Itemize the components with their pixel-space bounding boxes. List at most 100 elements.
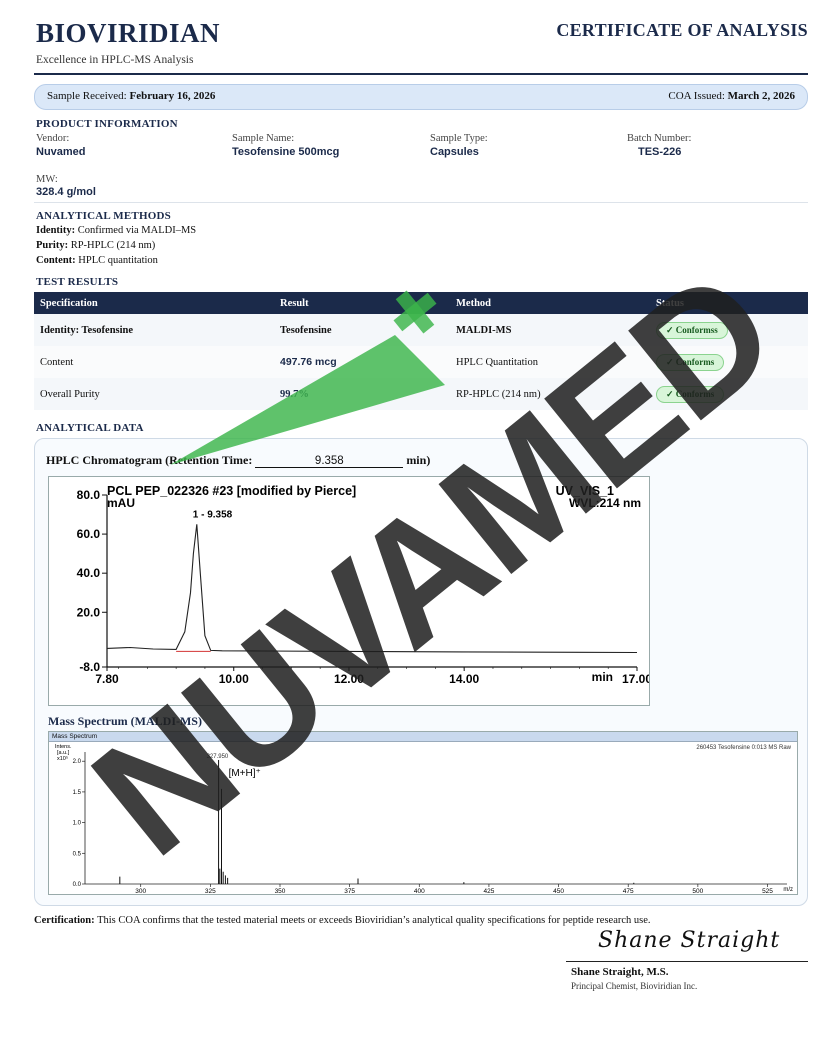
chromatogram-x-tick-label: 14.00: [449, 672, 479, 686]
chromatogram-x-tick-label: 7.80: [95, 672, 119, 686]
identity-method-label: Identity:: [36, 225, 76, 236]
ms-x-tick-label: 300: [135, 888, 146, 894]
dates-banner: Sample Received: February 16, 2026 COA I…: [34, 84, 808, 110]
section-divider: [34, 202, 808, 203]
mw-label: MW:: [36, 174, 58, 185]
chromatogram-y-tick-label: 60.0: [77, 527, 101, 541]
status-badge: ✓ Conformss: [656, 321, 728, 339]
ms-x-axis-label: m/z: [783, 887, 793, 893]
purity-method-label: Purity:: [36, 240, 69, 251]
document-title: CERTIFICATE OF ANALYSIS: [556, 20, 808, 40]
handwritten-signature: Shane Straight: [598, 928, 781, 953]
mass-spectrum-chart: Intens. [a.u.] x10⁵ 260453 Tesofensine 0…: [55, 744, 793, 895]
chromatogram-y-tick-label: 80.0: [77, 488, 101, 502]
identity-method: Identity: Confirmed via MALDI–MS: [36, 225, 196, 236]
ms-y-tick-label: 2.0: [73, 759, 82, 765]
sample-type-value: Capsules: [430, 146, 479, 158]
batch-label: Batch Number:: [627, 133, 692, 144]
chromatogram-peak-label: 1 - 9.358: [193, 509, 233, 520]
col-method: Method: [450, 292, 650, 314]
chromatogram-y-tick-label: 20.0: [77, 605, 101, 619]
signatory-name: Shane Straight, M.S.: [571, 966, 669, 978]
mass-spectrum-frame: Mass Spectrum Intens. [a.u.] x10⁵ 260453…: [48, 731, 798, 895]
chromatogram-y-tick-label: 40.0: [77, 566, 101, 580]
results-heading: TEST RESULTS: [36, 276, 119, 288]
chromatogram-header-wavelength: WVL:214 nm: [569, 496, 641, 510]
ms-header-right: 260453 Tesofensine 0:013 MS Raw: [696, 745, 791, 751]
brand-tagline: Excellence in HPLC-MS Analysis: [36, 54, 194, 66]
ms-x-tick-label: 350: [275, 888, 286, 894]
batch-value: TES-226: [638, 146, 682, 158]
hplc-title-suffix: min): [406, 453, 431, 467]
issued-date: COA Issued: March 2, 2026: [668, 90, 795, 102]
received-date: Sample Received: February 16, 2026: [47, 90, 215, 102]
method-cell: MALDI-MS: [450, 314, 650, 346]
purity-method: Purity: RP-HPLC (214 nm): [36, 240, 155, 251]
ms-y-label-line3: x10⁵: [57, 755, 68, 762]
chromatogram-frame: PCL PEP_022326 #23 [modified by Pierce] …: [48, 476, 653, 706]
content-method-value: HPLC quantitation: [78, 255, 158, 266]
hplc-title-prefix: HPLC Chromatogram (Retention Time:: [46, 453, 253, 467]
mw-value: 328.4 g/mol: [36, 186, 96, 198]
hplc-chromatogram: PCL PEP_022326 #23 [modified by Pierce] …: [77, 484, 653, 686]
received-label: Sample Received:: [47, 90, 127, 102]
content-method: Content: HPLC quantitation: [36, 255, 158, 266]
status-cell: ✓ Conforms: [650, 346, 808, 378]
ms-y-tick-label: 1.0: [73, 821, 82, 827]
ms-x-tick-label: 475: [623, 888, 634, 894]
result-cell: 99.7%: [274, 378, 450, 410]
chromatogram-header-left: PCL PEP_022326 #23 [modified by Pierce]: [107, 484, 356, 498]
ms-x-tick-label: 500: [692, 888, 703, 894]
ms-title: Mass Spectrum (MALDI-MS): [48, 714, 202, 728]
certification-statement: Certification: This COA confirms that th…: [34, 915, 651, 926]
col-status: Status: [650, 292, 808, 314]
ms-y-tick-label: 1.5: [73, 790, 82, 796]
chromatogram-x-axis-label: min: [592, 670, 613, 684]
hplc-title: HPLC Chromatogram (Retention Time: 9.358…: [46, 453, 430, 468]
chromatogram-trace: [106, 524, 638, 654]
signature-line: [566, 961, 808, 962]
spec-cell: Identity: Tesofensine: [34, 314, 274, 346]
chromatogram-y-axis-label: mAU: [107, 496, 135, 510]
ms-x-tick-label: 400: [414, 888, 425, 894]
sample-name-value: Tesofensine 500mcg: [232, 146, 340, 158]
brand-logo: BIOVIRIDIAN: [36, 18, 221, 48]
ms-main-peak-label: 327.950: [207, 754, 229, 760]
result-cell: Tesofensine: [274, 314, 450, 346]
content-method-label: Content:: [36, 255, 76, 266]
table-row: Content 497.76 mcg HPLC Quantitation ✓ C…: [34, 346, 808, 378]
table-row: Identity: Tesofensine Tesofensine MALDI-…: [34, 314, 808, 346]
certification-label: Certification:: [34, 915, 95, 926]
identity-method-value: Confirmed via MALDI–MS: [77, 225, 197, 236]
result-cell: 497.76 mcg: [274, 346, 450, 378]
spec-cell: Overall Purity: [34, 378, 274, 410]
ms-y-tick-label: 0.5: [73, 851, 82, 857]
ms-panel-titlebar: Mass Spectrum: [49, 732, 797, 742]
retention-time-value: 9.358: [255, 455, 404, 468]
issued-label: COA Issued:: [668, 90, 725, 102]
issued-value: March 2, 2026: [727, 90, 795, 102]
ms-x-tick-label: 425: [483, 888, 494, 894]
received-value: February 16, 2026: [129, 90, 216, 102]
ms-adduct-annotation: [M+H]⁺: [229, 768, 261, 779]
signatory-title: Principal Chemist, Bioviridian Inc.: [571, 981, 698, 991]
col-result: Result: [274, 292, 450, 314]
methods-heading: ANALYTICAL METHODS: [36, 210, 171, 222]
results-table: Specification Result Method Status Ident…: [34, 292, 808, 410]
ms-x-tick-label: 450: [553, 888, 564, 894]
method-cell: HPLC Quantitation: [450, 346, 650, 378]
purity-method-value: RP-HPLC (214 nm): [70, 240, 156, 251]
certification-text: This COA confirms that the tested materi…: [97, 915, 651, 926]
sample-name-label: Sample Name:: [232, 133, 295, 144]
status-badge: ✓ Conforms: [656, 353, 725, 371]
ms-x-tick-label: 325: [205, 888, 216, 894]
ms-x-tick-label: 525: [762, 888, 773, 894]
status-badge: ✓ Conforms: [656, 385, 725, 403]
ms-x-tick-label: 375: [344, 888, 355, 894]
vendor-value: Nuvamed: [36, 146, 86, 158]
sample-type-label: Sample Type:: [430, 133, 488, 144]
col-specification: Specification: [34, 292, 274, 314]
status-cell: ✓ Conforms: [650, 378, 808, 410]
results-header-row: Specification Result Method Status: [34, 292, 808, 314]
status-cell: ✓ Conformss: [650, 314, 808, 346]
